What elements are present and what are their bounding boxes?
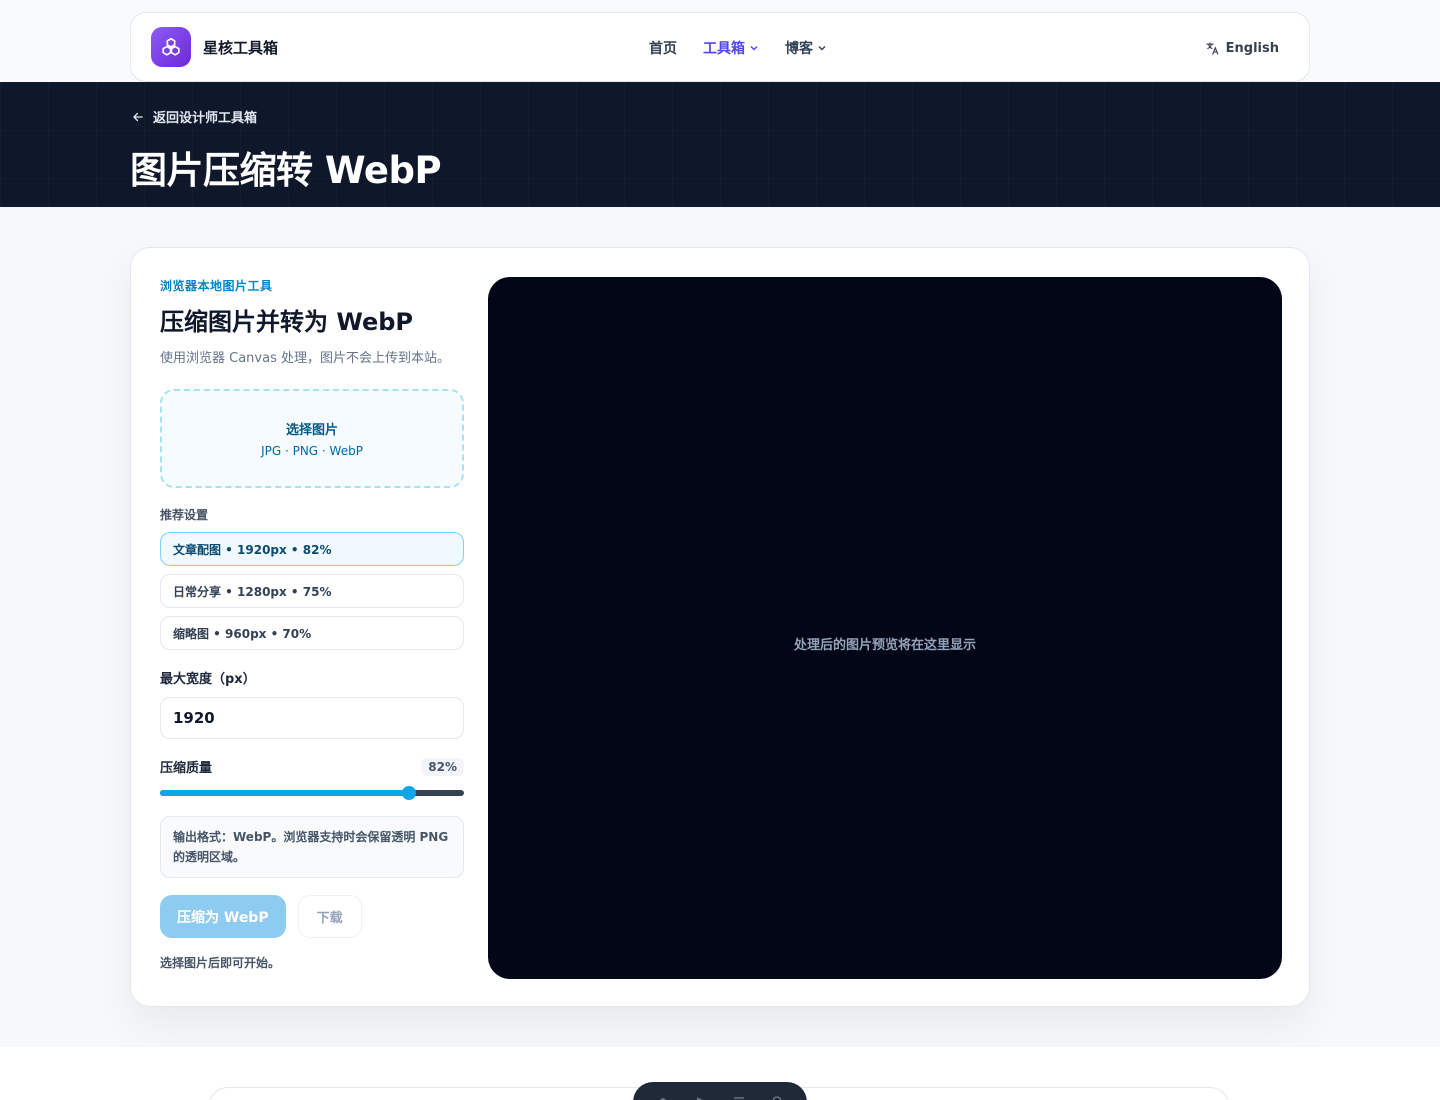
brand-name[interactable]: 星核工具箱 (203, 37, 278, 58)
max-width-input[interactable] (160, 697, 464, 739)
preset-thumbnail[interactable]: 缩略图 • 960px • 70% (160, 616, 464, 650)
status-hint: 选择图片后即可开始。 (160, 956, 281, 970)
panel-title: 压缩图片并转为 WebP (160, 308, 414, 336)
floating-toolbar (633, 1082, 807, 1100)
logo[interactable] (151, 27, 191, 67)
nav-tools-label: 工具箱 (703, 41, 745, 57)
nav-blog-label: 博客 (785, 41, 813, 57)
toolbar-button-4[interactable] (771, 1092, 783, 1100)
arrow-left-icon (133, 112, 143, 121)
output-format-note: 输出格式：WebP。浏览器支持时会保留透明 PNG 的透明区域。 (160, 816, 464, 878)
toolbar-button-2[interactable] (695, 1092, 707, 1100)
translate-icon (1205, 41, 1219, 55)
presets-label: 推荐设置 (160, 508, 209, 522)
panel-eyebrow: 浏览器本地图片工具 (160, 279, 273, 293)
quality-slider-fill (160, 790, 410, 796)
action-buttons: 压缩为 WebP 下载 (160, 895, 464, 938)
max-width-label: 最大宽度（px） (160, 672, 256, 687)
preset-article[interactable]: 文章配图 • 1920px • 82% (160, 532, 464, 566)
nav-tools[interactable]: 工具箱 (703, 38, 759, 58)
hero-banner: 返回设计师工具箱 图片压缩转 WebP (0, 82, 1440, 207)
preset-list: 文章配图 • 1920px • 82% 日常分享 • 1280px • 75% … (160, 532, 464, 650)
chevron-down-icon (750, 46, 758, 51)
nav-home-label: 首页 (649, 41, 677, 57)
preview-placeholder: 处理后的图片预览将在这里显示 (793, 638, 976, 653)
back-link[interactable]: 返回设计师工具箱 (131, 107, 257, 126)
toolbar-button-3[interactable] (733, 1092, 745, 1100)
toolbar-button-1[interactable] (657, 1092, 669, 1100)
back-link-label: 返回设计师工具箱 (153, 111, 258, 126)
gear-icon (772, 1096, 782, 1100)
language-switcher[interactable]: English (1205, 13, 1279, 83)
cubes-icon (162, 37, 180, 56)
nav-home[interactable]: 首页 (649, 38, 677, 58)
main-nav: 首页 工具箱 博客 (649, 13, 827, 83)
panel-description: 使用浏览器 Canvas 处理，图片不会上传到本站。 (160, 351, 450, 366)
settings-panel: 浏览器本地图片工具 压缩图片并转为 WebP 使用浏览器 Canvas 处理，图… (160, 277, 464, 971)
compress-button[interactable]: 压缩为 WebP (160, 895, 286, 938)
quality-value-badge: 82% (421, 757, 464, 776)
tool-card: 浏览器本地图片工具 压缩图片并转为 WebP 使用浏览器 Canvas 处理，图… (130, 247, 1310, 1007)
nav-blog[interactable]: 博客 (785, 38, 827, 58)
pen-icon (660, 1098, 666, 1100)
navbar: 星核工具箱 首页 工具箱 博客 English (130, 12, 1310, 82)
file-dropzone[interactable]: 选择图片 JPG · PNG · WebP (160, 389, 464, 488)
preset-daily-share[interactable]: 日常分享 • 1280px • 75% (160, 574, 464, 608)
quality-label: 压缩质量 (160, 761, 213, 776)
menu-icon (734, 1097, 744, 1099)
choose-image-label: 选择图片 (285, 423, 338, 438)
quality-slider-thumb[interactable] (402, 786, 417, 800)
quality-slider[interactable] (160, 786, 464, 800)
download-button[interactable]: 下载 (297, 895, 362, 938)
chevron-down-icon (818, 46, 826, 51)
page-title: 图片压缩转 WebP (130, 149, 442, 192)
language-label: English (1225, 40, 1279, 56)
supported-formats: JPG · PNG · WebP (261, 444, 363, 458)
cursor-icon (697, 1097, 703, 1100)
preview-area: 处理后的图片预览将在这里显示 (488, 277, 1282, 979)
quality-row: 压缩质量 82% (160, 757, 464, 776)
